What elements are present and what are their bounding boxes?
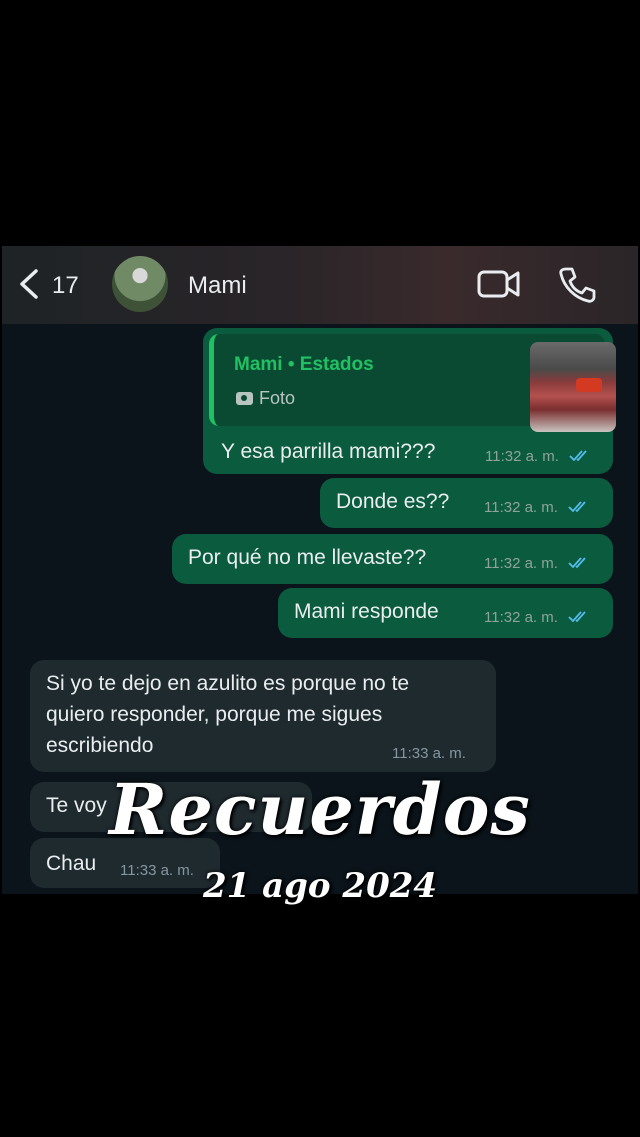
message-meta: 11:32 a. m. xyxy=(484,555,590,572)
video-call-icon[interactable] xyxy=(476,268,522,300)
quoted-status[interactable]: Mami • Estados Foto xyxy=(209,334,616,432)
message-bubble[interactable]: Donde es?? 11:32 a. m. xyxy=(320,478,613,528)
overlay-title: Recuerdos xyxy=(109,768,531,851)
message-time: 11:32 a. m. xyxy=(484,555,558,572)
message-text: Y esa parrilla mami??? xyxy=(221,440,436,463)
chat-header: 17 Mami xyxy=(2,246,638,324)
message-meta: 11:32 a. m. xyxy=(484,499,590,516)
phone-icon[interactable] xyxy=(558,266,596,304)
quoted-subtitle: Foto xyxy=(259,388,296,408)
overlay-date: 21 ago 2024 xyxy=(202,866,438,906)
back-chevron-icon[interactable] xyxy=(16,268,42,300)
contact-name[interactable]: Mami xyxy=(188,272,247,300)
message-text-line: Si yo te dejo en azulito es porque no te xyxy=(46,672,410,695)
message-meta: 11:32 a. m. xyxy=(484,609,590,626)
message-text: Por qué no me llevaste?? xyxy=(188,546,427,569)
message-time: 11:32 a. m. xyxy=(484,499,558,516)
quoted-title: Mami • Estados xyxy=(234,354,374,375)
message-text: Mami responde xyxy=(294,600,439,623)
message-text-line: quiero responder, porque me sigues xyxy=(46,703,383,726)
message-text: Donde es?? xyxy=(336,490,450,513)
message-meta: 11:32 a. m. xyxy=(485,448,591,465)
message-bubble[interactable]: Por qué no me llevaste?? 11:32 a. m. xyxy=(172,534,613,584)
quoted-subtitle-row: Foto xyxy=(236,388,295,409)
message-bubble-reply[interactable]: Mami • Estados Foto Y esa parrilla mami?… xyxy=(203,328,616,474)
message-bubble[interactable]: Mami responde 11:32 a. m. xyxy=(278,588,613,638)
double-check-icon xyxy=(568,501,586,513)
double-check-icon xyxy=(568,611,586,623)
message-time: 11:32 a. m. xyxy=(485,448,559,465)
double-check-icon xyxy=(568,557,586,569)
message-bubble-incoming[interactable]: Si yo te dejo en azulito es porque no te… xyxy=(30,660,496,772)
camera-icon xyxy=(236,392,253,405)
message-time: 11:32 a. m. xyxy=(484,609,558,626)
double-check-icon xyxy=(569,450,587,462)
avatar[interactable] xyxy=(112,256,168,312)
message-text-line: escribiendo xyxy=(46,734,154,757)
message-time: 11:33 a. m. xyxy=(392,745,466,762)
unread-count[interactable]: 17 xyxy=(52,272,79,300)
status-photo-thumbnail[interactable] xyxy=(530,342,616,432)
